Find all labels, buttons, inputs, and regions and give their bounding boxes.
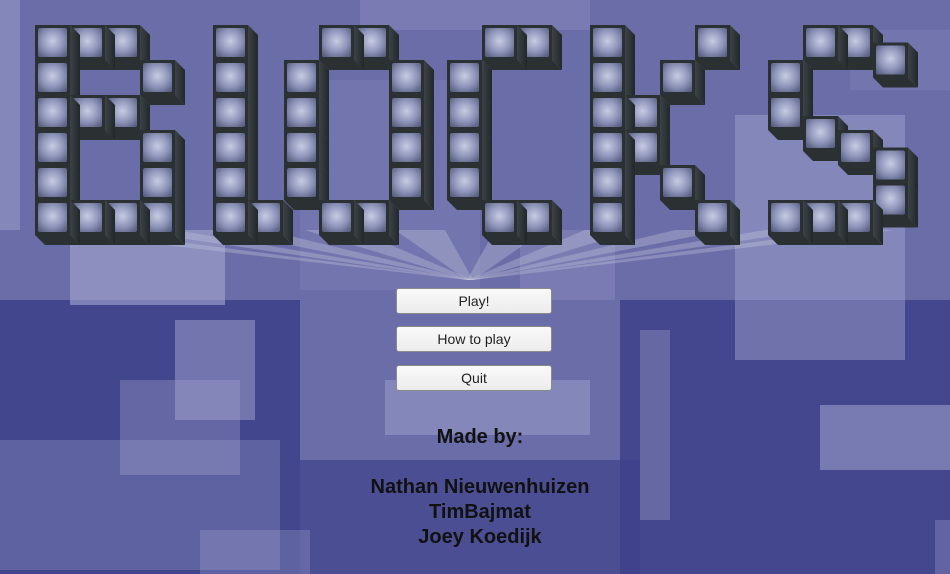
logo-cube <box>140 60 185 105</box>
logo-cube <box>660 60 705 105</box>
logo-letter-blocks <box>35 25 918 245</box>
logo-letter <box>590 25 740 245</box>
logo-cube <box>803 25 848 70</box>
logo-cube <box>482 200 527 245</box>
logo-cube <box>695 25 740 70</box>
game-logo <box>35 25 918 280</box>
logo-cube <box>213 200 258 245</box>
quit-button[interactable]: Quit <box>396 365 552 391</box>
logo-letter <box>284 25 434 245</box>
logo-cube <box>873 42 918 88</box>
how-to-play-button[interactable]: How to play <box>396 326 552 352</box>
logo-cube <box>695 200 740 245</box>
background-block <box>820 405 950 470</box>
logo-cube <box>482 25 527 70</box>
logo-cube <box>319 200 364 245</box>
background-block <box>935 520 950 574</box>
credits-heading: Made by: <box>436 426 524 448</box>
author-name: Joey Koedijk <box>418 526 542 548</box>
game-menu-screen: Play! How to play Quit Made by: Nathan N… <box>0 0 950 574</box>
author-name: TimBajmat <box>429 501 531 523</box>
author-name: Nathan Nieuwenhuizen <box>370 476 590 498</box>
logo-letter <box>213 25 293 245</box>
play-button[interactable]: Play! <box>396 288 552 314</box>
logo-letter <box>35 25 185 245</box>
logo-cube <box>768 200 813 245</box>
logo-cube <box>590 200 635 245</box>
logo-letter <box>447 25 562 245</box>
logo-cube <box>319 25 364 70</box>
logo-cube <box>389 165 434 210</box>
logo-cube <box>35 200 80 245</box>
logo-letter <box>768 25 918 245</box>
